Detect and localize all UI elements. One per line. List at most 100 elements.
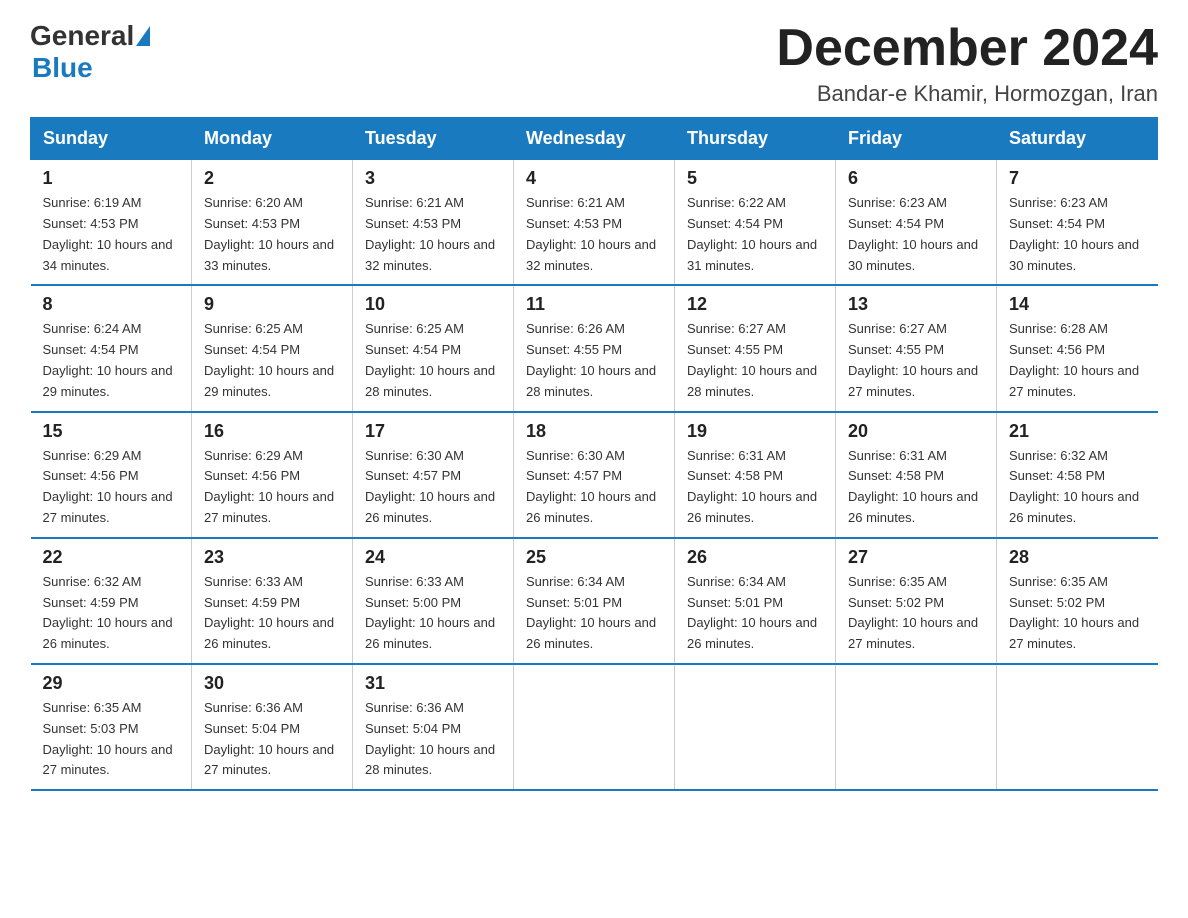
table-row: 11 Sunrise: 6:26 AM Sunset: 4:55 PM Dayl… (514, 285, 675, 411)
header-saturday: Saturday (997, 118, 1158, 160)
table-row: 29 Sunrise: 6:35 AM Sunset: 5:03 PM Dayl… (31, 664, 192, 790)
day-number: 8 (43, 294, 180, 315)
day-info: Sunrise: 6:23 AM Sunset: 4:54 PM Dayligh… (848, 193, 984, 276)
day-number: 7 (1009, 168, 1146, 189)
day-number: 9 (204, 294, 340, 315)
day-number: 4 (526, 168, 662, 189)
day-info: Sunrise: 6:28 AM Sunset: 4:56 PM Dayligh… (1009, 319, 1146, 402)
table-row: 10 Sunrise: 6:25 AM Sunset: 4:54 PM Dayl… (353, 285, 514, 411)
calendar-week-row: 15 Sunrise: 6:29 AM Sunset: 4:56 PM Dayl… (31, 412, 1158, 538)
table-row: 4 Sunrise: 6:21 AM Sunset: 4:53 PM Dayli… (514, 160, 675, 286)
table-row: 27 Sunrise: 6:35 AM Sunset: 5:02 PM Dayl… (836, 538, 997, 664)
table-row: 28 Sunrise: 6:35 AM Sunset: 5:02 PM Dayl… (997, 538, 1158, 664)
location-subtitle: Bandar-e Khamir, Hormozgan, Iran (776, 81, 1158, 107)
month-year-title: December 2024 (776, 20, 1158, 77)
day-info: Sunrise: 6:34 AM Sunset: 5:01 PM Dayligh… (526, 572, 662, 655)
table-row: 22 Sunrise: 6:32 AM Sunset: 4:59 PM Dayl… (31, 538, 192, 664)
logo-triangle-icon (136, 26, 150, 46)
day-number: 30 (204, 673, 340, 694)
table-row: 31 Sunrise: 6:36 AM Sunset: 5:04 PM Dayl… (353, 664, 514, 790)
table-row: 20 Sunrise: 6:31 AM Sunset: 4:58 PM Dayl… (836, 412, 997, 538)
table-row: 26 Sunrise: 6:34 AM Sunset: 5:01 PM Dayl… (675, 538, 836, 664)
page-header: General Blue December 2024 Bandar-e Kham… (30, 20, 1158, 107)
calendar-week-row: 8 Sunrise: 6:24 AM Sunset: 4:54 PM Dayli… (31, 285, 1158, 411)
day-info: Sunrise: 6:25 AM Sunset: 4:54 PM Dayligh… (204, 319, 340, 402)
header-wednesday: Wednesday (514, 118, 675, 160)
header-monday: Monday (192, 118, 353, 160)
weekday-header-row: Sunday Monday Tuesday Wednesday Thursday… (31, 118, 1158, 160)
day-info: Sunrise: 6:26 AM Sunset: 4:55 PM Dayligh… (526, 319, 662, 402)
day-info: Sunrise: 6:27 AM Sunset: 4:55 PM Dayligh… (848, 319, 984, 402)
day-number: 14 (1009, 294, 1146, 315)
table-row: 24 Sunrise: 6:33 AM Sunset: 5:00 PM Dayl… (353, 538, 514, 664)
table-row: 21 Sunrise: 6:32 AM Sunset: 4:58 PM Dayl… (997, 412, 1158, 538)
day-number: 5 (687, 168, 823, 189)
day-info: Sunrise: 6:36 AM Sunset: 5:04 PM Dayligh… (365, 698, 501, 781)
day-number: 3 (365, 168, 501, 189)
day-number: 1 (43, 168, 180, 189)
logo-text: General (30, 20, 152, 52)
calendar-header: Sunday Monday Tuesday Wednesday Thursday… (31, 118, 1158, 160)
day-number: 22 (43, 547, 180, 568)
table-row (836, 664, 997, 790)
table-row: 6 Sunrise: 6:23 AM Sunset: 4:54 PM Dayli… (836, 160, 997, 286)
calendar-table: Sunday Monday Tuesday Wednesday Thursday… (30, 117, 1158, 791)
table-row: 30 Sunrise: 6:36 AM Sunset: 5:04 PM Dayl… (192, 664, 353, 790)
day-info: Sunrise: 6:36 AM Sunset: 5:04 PM Dayligh… (204, 698, 340, 781)
day-number: 6 (848, 168, 984, 189)
table-row: 23 Sunrise: 6:33 AM Sunset: 4:59 PM Dayl… (192, 538, 353, 664)
day-info: Sunrise: 6:31 AM Sunset: 4:58 PM Dayligh… (687, 446, 823, 529)
day-number: 26 (687, 547, 823, 568)
table-row: 18 Sunrise: 6:30 AM Sunset: 4:57 PM Dayl… (514, 412, 675, 538)
day-info: Sunrise: 6:29 AM Sunset: 4:56 PM Dayligh… (43, 446, 180, 529)
day-number: 12 (687, 294, 823, 315)
day-number: 15 (43, 421, 180, 442)
day-info: Sunrise: 6:34 AM Sunset: 5:01 PM Dayligh… (687, 572, 823, 655)
logo-blue-text: Blue (30, 52, 93, 84)
day-info: Sunrise: 6:24 AM Sunset: 4:54 PM Dayligh… (43, 319, 180, 402)
header-sunday: Sunday (31, 118, 192, 160)
logo: General Blue (30, 20, 152, 84)
table-row: 17 Sunrise: 6:30 AM Sunset: 4:57 PM Dayl… (353, 412, 514, 538)
table-row: 5 Sunrise: 6:22 AM Sunset: 4:54 PM Dayli… (675, 160, 836, 286)
day-number: 2 (204, 168, 340, 189)
day-info: Sunrise: 6:33 AM Sunset: 5:00 PM Dayligh… (365, 572, 501, 655)
calendar-week-row: 29 Sunrise: 6:35 AM Sunset: 5:03 PM Dayl… (31, 664, 1158, 790)
day-info: Sunrise: 6:35 AM Sunset: 5:02 PM Dayligh… (848, 572, 984, 655)
day-info: Sunrise: 6:32 AM Sunset: 4:58 PM Dayligh… (1009, 446, 1146, 529)
table-row: 1 Sunrise: 6:19 AM Sunset: 4:53 PM Dayli… (31, 160, 192, 286)
day-number: 17 (365, 421, 501, 442)
day-info: Sunrise: 6:31 AM Sunset: 4:58 PM Dayligh… (848, 446, 984, 529)
day-info: Sunrise: 6:30 AM Sunset: 4:57 PM Dayligh… (526, 446, 662, 529)
day-number: 28 (1009, 547, 1146, 568)
day-number: 23 (204, 547, 340, 568)
table-row: 16 Sunrise: 6:29 AM Sunset: 4:56 PM Dayl… (192, 412, 353, 538)
table-row: 3 Sunrise: 6:21 AM Sunset: 4:53 PM Dayli… (353, 160, 514, 286)
table-row: 9 Sunrise: 6:25 AM Sunset: 4:54 PM Dayli… (192, 285, 353, 411)
table-row (997, 664, 1158, 790)
day-info: Sunrise: 6:23 AM Sunset: 4:54 PM Dayligh… (1009, 193, 1146, 276)
table-row: 19 Sunrise: 6:31 AM Sunset: 4:58 PM Dayl… (675, 412, 836, 538)
day-number: 21 (1009, 421, 1146, 442)
day-info: Sunrise: 6:25 AM Sunset: 4:54 PM Dayligh… (365, 319, 501, 402)
table-row: 15 Sunrise: 6:29 AM Sunset: 4:56 PM Dayl… (31, 412, 192, 538)
calendar-body: 1 Sunrise: 6:19 AM Sunset: 4:53 PM Dayli… (31, 160, 1158, 790)
day-number: 20 (848, 421, 984, 442)
table-row: 14 Sunrise: 6:28 AM Sunset: 4:56 PM Dayl… (997, 285, 1158, 411)
table-row: 13 Sunrise: 6:27 AM Sunset: 4:55 PM Dayl… (836, 285, 997, 411)
table-row: 7 Sunrise: 6:23 AM Sunset: 4:54 PM Dayli… (997, 160, 1158, 286)
day-number: 29 (43, 673, 180, 694)
header-friday: Friday (836, 118, 997, 160)
day-number: 16 (204, 421, 340, 442)
day-info: Sunrise: 6:21 AM Sunset: 4:53 PM Dayligh… (526, 193, 662, 276)
day-info: Sunrise: 6:35 AM Sunset: 5:03 PM Dayligh… (43, 698, 180, 781)
table-row (675, 664, 836, 790)
day-info: Sunrise: 6:35 AM Sunset: 5:02 PM Dayligh… (1009, 572, 1146, 655)
table-row: 25 Sunrise: 6:34 AM Sunset: 5:01 PM Dayl… (514, 538, 675, 664)
day-info: Sunrise: 6:29 AM Sunset: 4:56 PM Dayligh… (204, 446, 340, 529)
day-number: 10 (365, 294, 501, 315)
day-info: Sunrise: 6:27 AM Sunset: 4:55 PM Dayligh… (687, 319, 823, 402)
day-info: Sunrise: 6:30 AM Sunset: 4:57 PM Dayligh… (365, 446, 501, 529)
table-row: 8 Sunrise: 6:24 AM Sunset: 4:54 PM Dayli… (31, 285, 192, 411)
day-info: Sunrise: 6:19 AM Sunset: 4:53 PM Dayligh… (43, 193, 180, 276)
